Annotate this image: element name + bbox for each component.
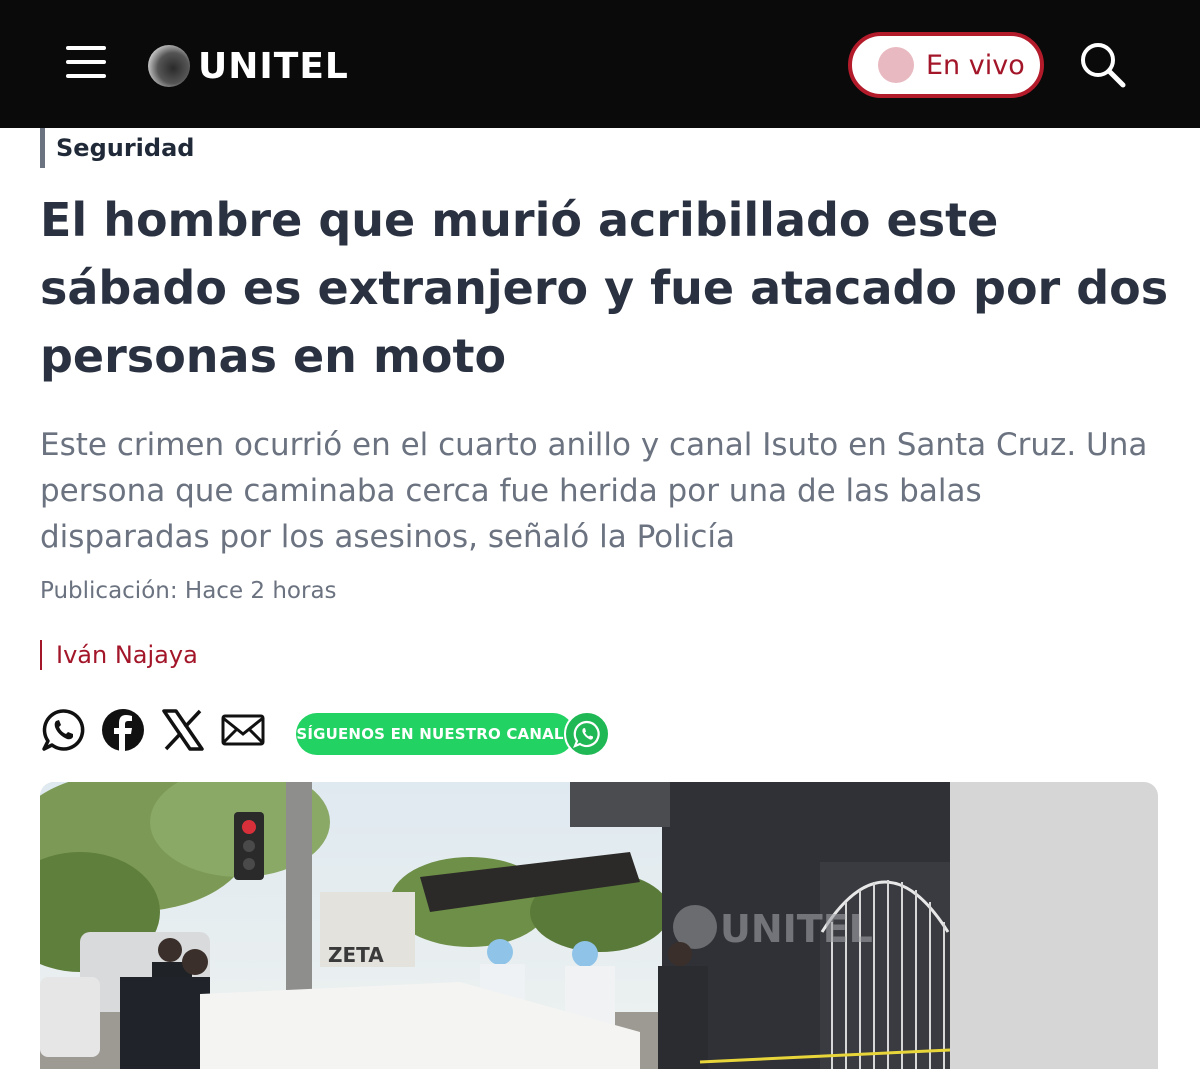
category-text: Seguridad (56, 134, 195, 162)
share-bar (40, 706, 280, 754)
hero-watermark: UNITEL (720, 907, 873, 951)
email-icon[interactable] (220, 707, 266, 753)
live-dot-icon (878, 47, 914, 83)
live-button[interactable]: En vivo (848, 32, 1044, 98)
follow-channel-button[interactable]: SÍGUENOS EN NUESTRO CANAL (296, 711, 612, 757)
x-icon[interactable] (160, 707, 206, 753)
follow-channel-label: SÍGUENOS EN NUESTRO CANAL (296, 713, 574, 755)
facebook-icon[interactable] (100, 707, 146, 753)
zeta-sign: ZETA (328, 943, 384, 967)
whatsapp-icon[interactable] (40, 707, 86, 753)
search-icon[interactable] (1078, 40, 1128, 90)
logo-orb-icon (148, 45, 190, 87)
author-name: Iván Najaya (56, 641, 198, 669)
article-headline: El hombre que murió acribillado este sáb… (40, 193, 1169, 383)
crime-scene-photo: ZETA UNITEL (40, 782, 951, 1069)
article-summary: Este crimen ocurrió en el cuarto anillo … (40, 427, 1148, 555)
category-label[interactable]: Seguridad (40, 128, 194, 168)
live-button-label: En vivo (926, 49, 1025, 81)
publication-date: Publicación: Hace 2 horas (40, 578, 337, 604)
whatsapp-channel-icon (564, 711, 610, 757)
logo-text: UNITEL (198, 45, 349, 87)
site-logo[interactable]: UNITEL (148, 44, 349, 88)
article-hero-image[interactable]: ZETA UNITEL (40, 782, 1158, 1069)
author-link[interactable]: Iván Najaya (40, 640, 198, 670)
hamburger-menu-icon[interactable] (66, 44, 108, 80)
top-navigation-bar: UNITEL En vivo (0, 0, 1200, 128)
author-divider (40, 640, 42, 670)
